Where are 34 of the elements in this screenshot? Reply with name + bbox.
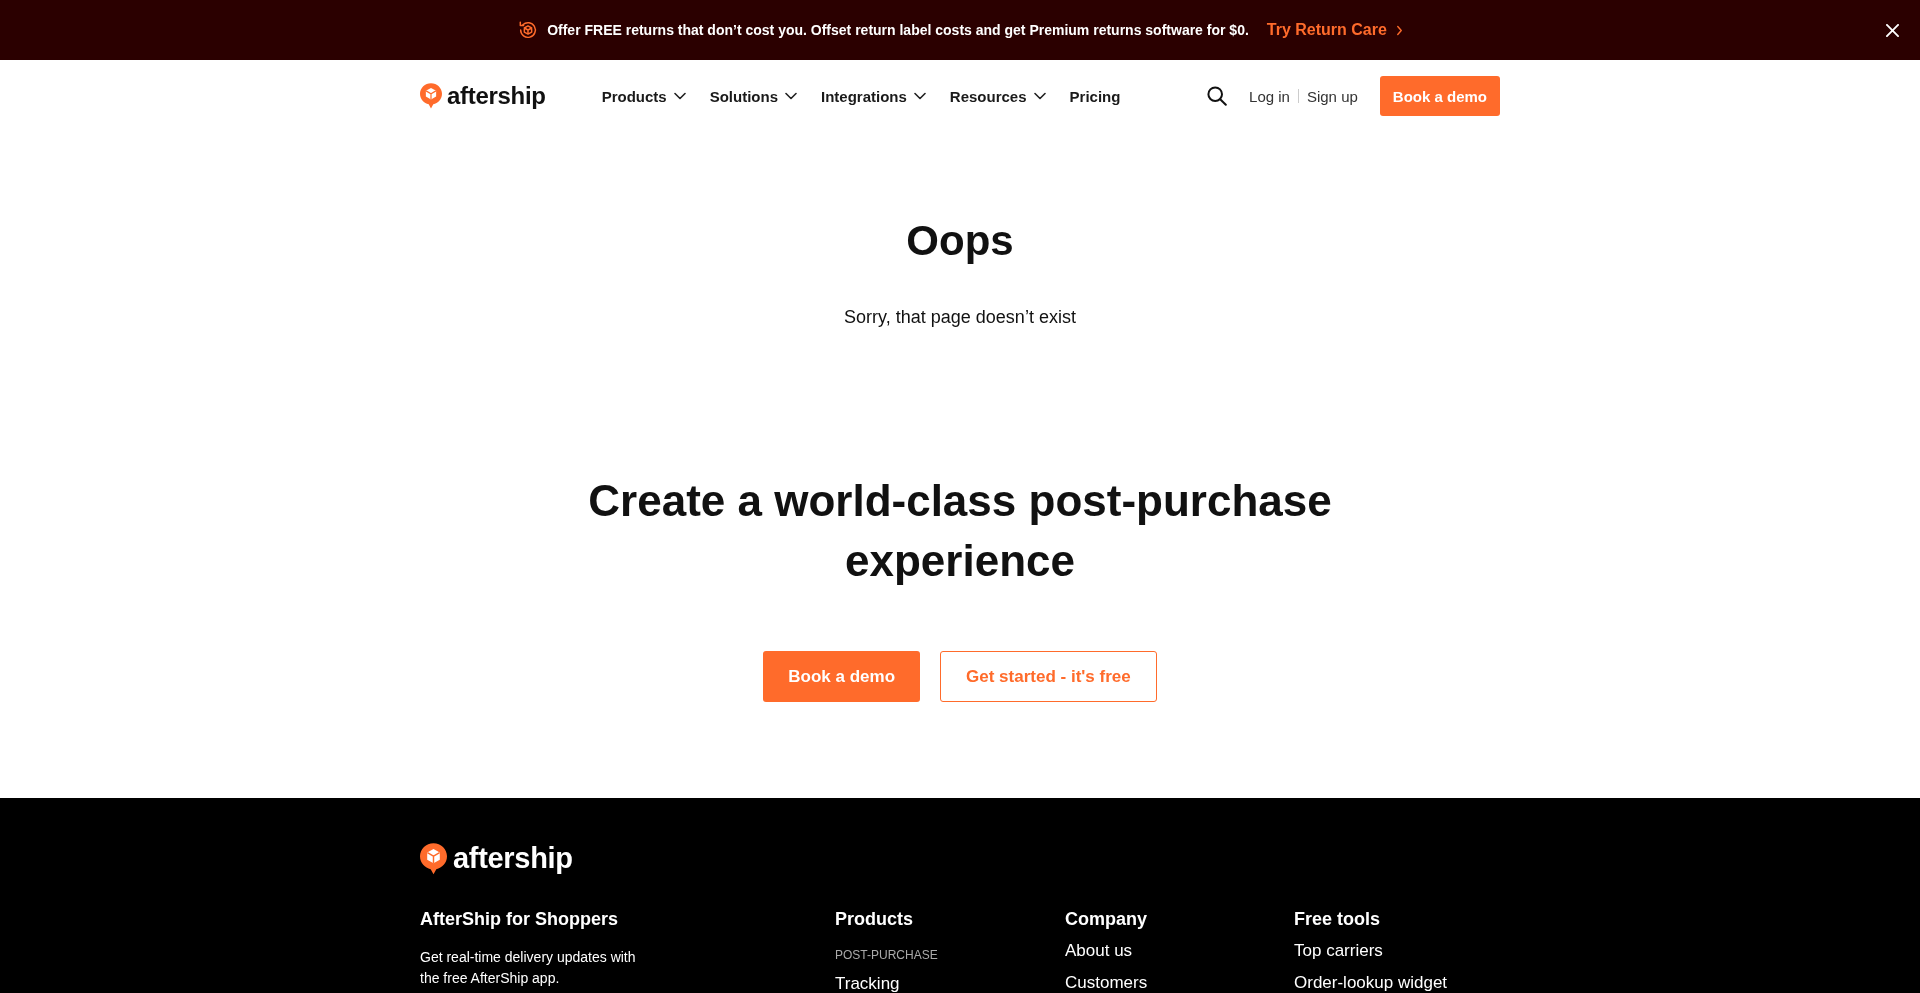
footer-link[interactable]: About us bbox=[1065, 939, 1133, 962]
footer-logo[interactable]: aftership bbox=[420, 842, 573, 875]
nav-menu-item[interactable]: Products bbox=[601, 87, 686, 105]
announcement-text: Offer FREE returns that don’t cost you. Offset return label costs and get Premium returns software for $0. bbox=[547, 22, 1249, 38]
footer-description: Get real-time delivery updates with the free AfterShip app. bbox=[420, 947, 637, 988]
footer-link[interactable]: Top carriers bbox=[1294, 939, 1383, 962]
login-link[interactable]: Log in bbox=[1249, 87, 1290, 105]
nav-menu-item[interactable]: Solutions bbox=[709, 87, 797, 105]
cta-heading: Create a world-class post-purchase experience bbox=[587, 475, 1333, 587]
footer-link[interactable]: Tracking bbox=[835, 972, 900, 993]
nav-menu-item[interactable]: Resources bbox=[949, 87, 1046, 105]
footer-column-title: AfterShip for Shoppers bbox=[420, 907, 618, 930]
chevron-down-icon bbox=[913, 92, 926, 100]
chevron-down-icon bbox=[1033, 92, 1046, 100]
nav-menu-item[interactable]: Integrations bbox=[821, 87, 926, 105]
nav-menu-item[interactable]: Pricing bbox=[1069, 87, 1121, 105]
chevron-right-icon bbox=[1395, 24, 1403, 36]
footer-link[interactable]: Customers bbox=[1065, 971, 1148, 993]
announcement-link[interactable]: Try Return Care bbox=[1266, 21, 1403, 39]
footer-column-title: Products bbox=[835, 907, 913, 930]
map-pin-cube-icon bbox=[420, 83, 442, 109]
footer-column-title: Company bbox=[1065, 907, 1147, 930]
search-icon[interactable] bbox=[1207, 86, 1228, 106]
footer-column-title: Free tools bbox=[1294, 907, 1381, 930]
signup-link[interactable]: Sign up bbox=[1306, 87, 1358, 105]
error-title: Oops bbox=[906, 216, 1014, 266]
footer-group-label: POST-PURCHASE bbox=[835, 946, 938, 963]
error-message: Sorry, that page doesn’t exist bbox=[844, 306, 1076, 329]
chevron-down-icon bbox=[785, 92, 797, 100]
logo[interactable]: aftership bbox=[420, 82, 546, 110]
close-icon[interactable] bbox=[1886, 23, 1899, 37]
chevron-down-icon bbox=[673, 92, 686, 100]
map-pin-cube-icon bbox=[420, 842, 447, 875]
footer-link[interactable]: Order-lookup widget bbox=[1294, 971, 1448, 993]
